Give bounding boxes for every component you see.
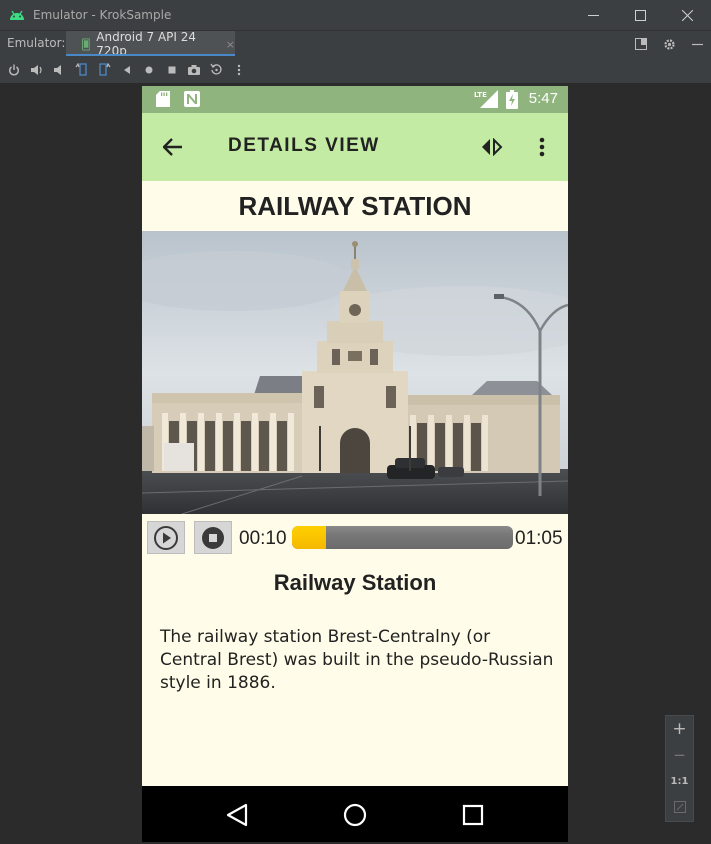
compare-arrows-icon (482, 138, 503, 156)
power-button[interactable] (3, 56, 26, 84)
tab-close-icon[interactable]: × (226, 38, 235, 51)
minimize-icon (691, 43, 703, 45)
phone-screen: LTE 5:47 DETAILS VIEW RAILWAY STATION 00… (142, 86, 568, 842)
back-button[interactable] (116, 56, 139, 84)
page-heading: RAILWAY STATION (238, 191, 472, 221)
play-button[interactable] (147, 521, 185, 554)
fit-screen-icon (673, 801, 686, 813)
layout-icon (635, 38, 647, 50)
rotate-left-icon (75, 63, 87, 76)
railway-station-photo (142, 231, 568, 514)
volume-up-icon (30, 64, 42, 75)
app-bar-title: DETAILS VIEW (228, 135, 380, 156)
tab-label: Android 7 API 24 720p (96, 30, 197, 58)
volume-down-button[interactable] (48, 56, 71, 84)
volume-up-button[interactable] (26, 56, 49, 84)
play-circle-icon (154, 525, 178, 550)
gear-icon (663, 38, 675, 50)
window-title: Emulator - KrokSample (33, 8, 172, 22)
home-icon (145, 66, 153, 73)
overflow-menu-button[interactable] (530, 134, 554, 160)
zoom-out-button[interactable]: − (666, 742, 693, 768)
seek-bar-progress (292, 526, 327, 549)
item-description: The railway station Brest-Centralny (or … (160, 627, 554, 693)
more-button[interactable] (228, 56, 251, 84)
more-icon (238, 64, 241, 75)
emulator-window: Emulator - KrokSample Emulator: Android … (0, 0, 711, 844)
settings-button[interactable] (655, 31, 683, 57)
zoom-panel: + − 1:1 (665, 715, 694, 822)
close-icon (682, 9, 693, 21)
back-button[interactable] (158, 133, 188, 161)
tab-device[interactable]: Android 7 API 24 720p × (66, 30, 235, 58)
title-bar: Emulator - KrokSample (0, 0, 711, 30)
nav-back-icon (226, 803, 248, 827)
app-bar: DETAILS VIEW (142, 113, 568, 181)
compare-button[interactable] (478, 134, 506, 160)
maximize-icon (635, 9, 646, 21)
seek-bar[interactable] (292, 526, 513, 549)
status-bar: LTE 5:47 (142, 86, 568, 113)
zoom-in-button[interactable]: + (666, 716, 693, 742)
stop-circle-icon (202, 526, 224, 549)
close-button[interactable] (664, 0, 711, 30)
nav-overview-icon (462, 804, 484, 826)
screenshot-button[interactable] (183, 56, 206, 84)
overview-button[interactable] (161, 56, 184, 84)
tab-bar: Emulator: Android 7 API 24 720p × (0, 30, 711, 58)
overview-icon (168, 66, 176, 73)
item-title: Railway Station (273, 570, 437, 595)
more-vert-icon (539, 137, 545, 157)
rotate-left-button[interactable] (71, 56, 94, 84)
replay-icon (210, 63, 222, 75)
android-nav-bar (142, 786, 568, 842)
power-icon (9, 64, 20, 75)
notification-n-icon (184, 91, 200, 107)
nav-home-icon (343, 803, 367, 827)
tab-actions (627, 31, 711, 57)
nav-overview-button[interactable] (457, 799, 489, 831)
emulator-label: Emulator: (7, 36, 66, 50)
arrow-back-icon (163, 138, 182, 156)
volume-down-icon (54, 64, 62, 75)
svg-text:LTE: LTE (474, 91, 487, 99)
zoom-actual-button[interactable]: 1:1 (666, 768, 693, 794)
stop-button[interactable] (194, 521, 232, 554)
duration-time: 01:05 (515, 528, 563, 549)
battery-charging-icon (506, 90, 518, 109)
minimize-icon (588, 14, 599, 16)
zoom-fit-button[interactable] (666, 794, 693, 820)
home-button[interactable] (138, 56, 161, 84)
camera-icon (188, 64, 201, 75)
nav-back-button[interactable] (221, 799, 253, 831)
layout-button[interactable] (627, 31, 655, 57)
minimize-button[interactable] (570, 0, 617, 30)
window-controls (570, 0, 711, 30)
device-icon (82, 38, 91, 50)
nav-home-button[interactable] (339, 799, 371, 831)
current-time: 00:10 (239, 528, 287, 549)
lte-signal-icon: LTE (474, 90, 498, 108)
rotate-right-button[interactable] (93, 56, 116, 84)
emulator-toolbar (0, 56, 711, 84)
maximize-button[interactable] (617, 0, 664, 30)
back-icon (123, 65, 130, 74)
audio-player: 00:10 01:05 (142, 514, 568, 562)
status-time: 5:47 (528, 90, 558, 107)
replay-button[interactable] (206, 56, 229, 84)
hide-button[interactable] (683, 31, 711, 57)
rotate-right-icon (99, 63, 111, 76)
android-icon (10, 10, 24, 20)
sd-card-icon (156, 91, 170, 107)
